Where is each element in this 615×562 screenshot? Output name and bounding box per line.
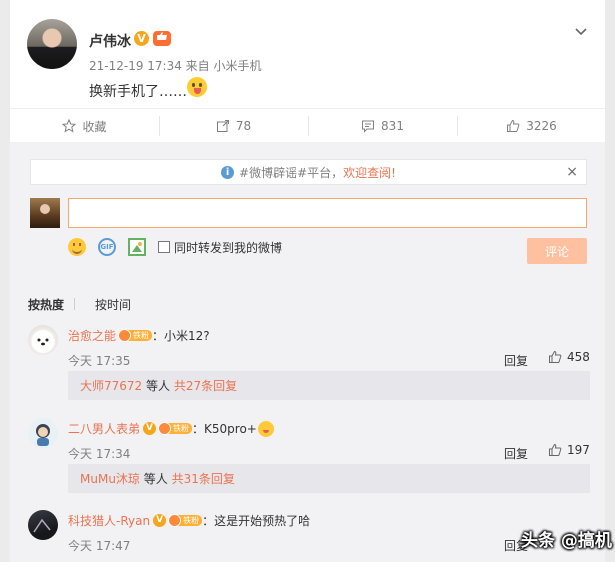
comment-count: 831 bbox=[381, 119, 404, 133]
commenter-avatar[interactable] bbox=[28, 325, 58, 355]
star-icon bbox=[62, 119, 77, 133]
emoji-icon[interactable] bbox=[68, 238, 86, 256]
comment-body: 二八男人表弟 V 铁粉 ： K50pro+ bbox=[68, 420, 274, 437]
comment-time: 今天 17:47 bbox=[68, 539, 131, 553]
also-repost-checkbox[interactable] bbox=[158, 241, 170, 253]
repost-icon bbox=[216, 120, 229, 132]
author-avatar[interactable] bbox=[27, 19, 77, 69]
thumbs-up-icon bbox=[507, 119, 520, 132]
comment-text: 这是开始预热了哈 bbox=[214, 514, 311, 528]
chevron-down-icon[interactable] bbox=[575, 25, 587, 37]
thumbs-up-icon bbox=[549, 443, 562, 456]
sub-replies-summary[interactable]: 大师77672 等人 共27条回复 bbox=[68, 371, 590, 400]
tip-link[interactable]: 欢迎查阅! bbox=[343, 164, 396, 181]
tab-sort-time[interactable]: 按时间 bbox=[95, 296, 131, 313]
comment-time: 今天 17:34 bbox=[68, 447, 131, 461]
commenter-avatar[interactable] bbox=[28, 418, 58, 448]
like-button[interactable]: 3226 bbox=[457, 109, 606, 143]
rumor-tip-banner: i #微博辟谣#平台， 欢迎查阅! × bbox=[30, 159, 587, 185]
comment-body: 治愈之能 铁粉 ： 小米12? bbox=[68, 327, 210, 344]
comment-like-button[interactable]: 458 bbox=[548, 350, 590, 364]
favorite-label: 收藏 bbox=[82, 119, 107, 134]
watermark: 头条 @搞机 bbox=[521, 531, 612, 551]
comment-like-count: 458 bbox=[567, 350, 590, 364]
post: 卢伟冰 V 21-12-19 17:34 来自 小米手机 换新手机了…… bbox=[10, 0, 605, 102]
commenter-avatar[interactable] bbox=[28, 510, 58, 540]
fan-badge: 铁粉 bbox=[118, 329, 153, 342]
sub-reply-count[interactable]: 共31条回复 bbox=[172, 470, 235, 487]
comment-section: i #微博辟谣#平台， 欢迎查阅! × GIF 同时转发到我的微博 评论 按热度… bbox=[10, 142, 605, 562]
close-icon[interactable]: × bbox=[566, 164, 578, 180]
fan-badge: 铁粉 bbox=[158, 422, 193, 435]
action-bar: 收藏 78 831 3226 bbox=[10, 108, 605, 142]
fan-badge: 铁粉 bbox=[168, 514, 203, 527]
repost-count: 78 bbox=[235, 119, 252, 133]
my-avatar bbox=[30, 198, 60, 228]
comment-like-count: 197 bbox=[567, 443, 590, 457]
comment-input[interactable] bbox=[68, 198, 587, 228]
comment-text: K50pro+ bbox=[204, 421, 257, 436]
comment-time: 今天 17:35 bbox=[68, 354, 131, 368]
heart-eyes-emoji-icon bbox=[257, 420, 274, 437]
gif-icon[interactable]: GIF bbox=[98, 238, 116, 256]
image-icon[interactable] bbox=[128, 238, 146, 256]
commenter-name[interactable]: 二八男人表弟 bbox=[68, 420, 140, 437]
verified-icon: V bbox=[134, 31, 149, 46]
tip-text: #微博辟谣#平台， bbox=[239, 165, 344, 180]
submit-comment-button[interactable]: 评论 bbox=[527, 238, 587, 264]
favorite-button[interactable]: 收藏 bbox=[10, 109, 159, 143]
verified-icon: V bbox=[153, 514, 167, 527]
sort-tabs: 按热度 按时间 bbox=[28, 296, 141, 313]
post-text: 换新手机了…… bbox=[89, 84, 187, 100]
comment-like-button[interactable]: 197 bbox=[548, 443, 590, 457]
reply-button[interactable]: 回复 bbox=[504, 352, 528, 369]
comment-icon bbox=[362, 120, 375, 133]
sub-reply-user[interactable]: MuMu沐琼 bbox=[80, 470, 140, 487]
comment-body: 科技猎人-Ryan V 铁粉 ： 这是开始预热了哈 bbox=[68, 512, 311, 529]
sub-reply-user[interactable]: 大师77672 bbox=[80, 377, 142, 394]
info-icon: i bbox=[221, 165, 235, 179]
reply-button[interactable]: 回复 bbox=[504, 445, 528, 462]
repost-button[interactable]: 78 bbox=[159, 109, 308, 143]
tab-sort-hot[interactable]: 按热度 bbox=[28, 296, 64, 313]
sub-reply-count[interactable]: 共27条回复 bbox=[174, 377, 237, 394]
tongue-emoji-icon bbox=[187, 77, 207, 97]
comment-text: 小米12? bbox=[164, 329, 210, 343]
composer-toolbar: GIF 同时转发到我的微博 bbox=[68, 236, 282, 258]
comment-button[interactable]: 831 bbox=[308, 109, 457, 143]
weibo-card: 卢伟冰 V 21-12-19 17:34 来自 小米手机 换新手机了…… 收藏 … bbox=[10, 0, 605, 562]
fan-club-icon[interactable] bbox=[153, 31, 171, 46]
post-meta: 21-12-19 17:34 来自 小米手机 bbox=[89, 59, 262, 73]
commenter-name[interactable]: 科技猎人-Ryan bbox=[68, 512, 150, 529]
like-count: 3226 bbox=[526, 119, 557, 133]
author-name[interactable]: 卢伟冰 bbox=[89, 31, 131, 51]
verified-icon: V bbox=[143, 422, 157, 435]
thumbs-up-icon bbox=[549, 350, 562, 363]
sub-replies-summary[interactable]: MuMu沐琼 等人 共31条回复 bbox=[68, 464, 590, 493]
commenter-name[interactable]: 治愈之能 bbox=[68, 327, 116, 344]
also-repost-label: 同时转发到我的微博 bbox=[174, 240, 283, 255]
